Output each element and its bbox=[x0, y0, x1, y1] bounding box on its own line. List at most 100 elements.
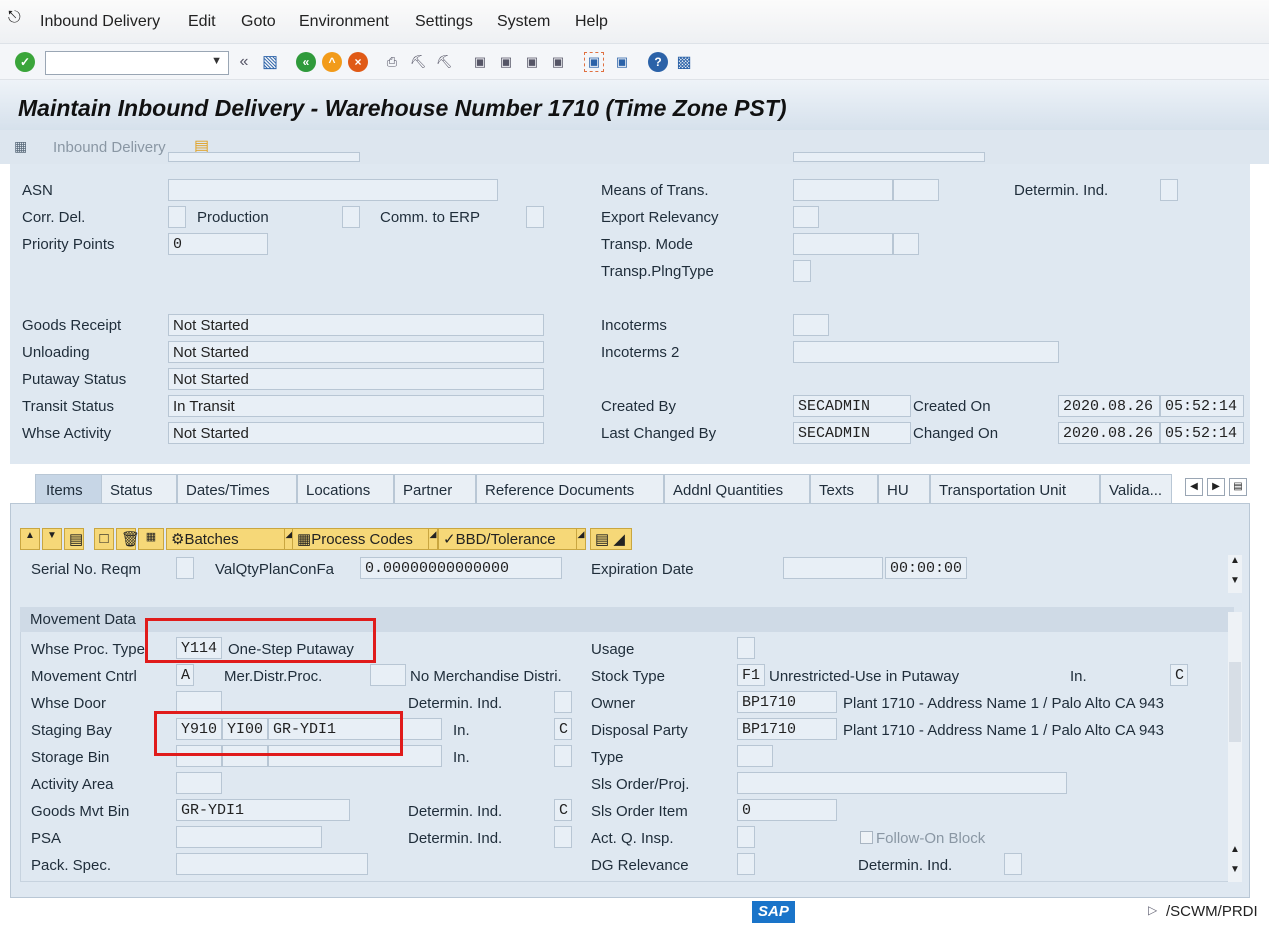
last-page-icon[interactable]: ▣ bbox=[548, 52, 568, 72]
find-next-icon[interactable]: ⛏ bbox=[434, 52, 454, 72]
tab-reference-documents[interactable]: Reference Documents bbox=[476, 474, 664, 504]
menu-help[interactable]: Help bbox=[575, 13, 608, 31]
tab-scroll-left-icon[interactable]: ◀ bbox=[1185, 478, 1203, 496]
new-item-icon[interactable]: □ bbox=[94, 528, 114, 550]
goods-mvt-determin-field[interactable]: C bbox=[554, 799, 572, 821]
act-insp-field[interactable] bbox=[737, 826, 755, 848]
tab-locations[interactable]: Locations bbox=[297, 474, 394, 504]
tab-list-icon[interactable]: ▤ bbox=[1229, 478, 1247, 496]
scroll-up-arrow-icon[interactable]: ▲ bbox=[1230, 555, 1240, 566]
help-icon[interactable]: ? bbox=[648, 52, 668, 72]
tab-status[interactable]: Status bbox=[101, 474, 177, 504]
valqty-field[interactable]: 0.00000000000000 bbox=[360, 557, 562, 579]
tab-texts[interactable]: Texts bbox=[810, 474, 878, 504]
comm-erp-checkbox[interactable] bbox=[526, 206, 544, 228]
previous-page-icon[interactable]: ▣ bbox=[496, 52, 516, 72]
scroll-down-arrow-icon[interactable]: ▼ bbox=[1230, 864, 1240, 875]
incoterms-field[interactable] bbox=[793, 314, 829, 336]
process-codes-dropdown-icon[interactable]: ◢ bbox=[428, 528, 438, 550]
batches-button[interactable]: ⚙Batches bbox=[166, 528, 292, 550]
tab-partner[interactable]: Partner bbox=[394, 474, 476, 504]
tab-addnl-quantities[interactable]: Addnl Quantities bbox=[664, 474, 810, 504]
inbound-delivery-button[interactable]: Inbound Delivery bbox=[53, 139, 166, 156]
double-chevron-left-icon[interactable]: « bbox=[234, 52, 254, 72]
tab-hu[interactable]: HU bbox=[878, 474, 930, 504]
delete-icon[interactable]: 🗑 bbox=[116, 528, 136, 550]
production-checkbox[interactable] bbox=[342, 206, 360, 228]
shortcut-icon[interactable]: ▣ bbox=[612, 52, 632, 72]
status-play-icon[interactable]: ▷ bbox=[1148, 903, 1157, 917]
means-trans-field-2[interactable] bbox=[893, 179, 939, 201]
export-field[interactable] bbox=[793, 206, 819, 228]
type-field[interactable] bbox=[737, 745, 773, 767]
split-icon[interactable]: ▦ bbox=[138, 528, 164, 550]
tab-dates-times[interactable]: Dates/Times bbox=[177, 474, 297, 504]
scroll-up-arrow-icon[interactable]: ▲ bbox=[1230, 844, 1240, 855]
psa-field[interactable] bbox=[176, 826, 322, 848]
back-icon[interactable]: « bbox=[296, 52, 316, 72]
movement-scrollbar[interactable]: ▲ ▼ bbox=[1228, 612, 1242, 882]
transp-mode-field-2[interactable] bbox=[893, 233, 919, 255]
cancel-icon[interactable]: × bbox=[348, 52, 368, 72]
serial-field[interactable] bbox=[176, 557, 194, 579]
psa-determin-field[interactable] bbox=[554, 826, 572, 848]
door-determin-field[interactable] bbox=[554, 691, 572, 713]
follow-on-block-checkbox[interactable] bbox=[860, 831, 873, 844]
pack-spec-field[interactable] bbox=[176, 853, 368, 875]
asn-field[interactable] bbox=[168, 179, 498, 201]
stock-type-code-field[interactable]: F1 bbox=[737, 664, 765, 686]
storage-in-field[interactable] bbox=[554, 745, 572, 767]
dg-relevance-field[interactable] bbox=[737, 853, 755, 875]
mvt-cntrl-field[interactable]: A bbox=[176, 664, 194, 686]
print-icon[interactable]: ⎙ bbox=[382, 52, 402, 72]
menu-goto[interactable]: Goto bbox=[241, 13, 276, 31]
tab-items[interactable]: Items bbox=[35, 474, 107, 504]
mer-field[interactable] bbox=[370, 664, 406, 686]
scroll-down-arrow-icon[interactable]: ▼ bbox=[1230, 575, 1240, 586]
expiration-date-field[interactable] bbox=[783, 557, 883, 579]
tab-transportation-unit[interactable]: Transportation Unit bbox=[930, 474, 1100, 504]
means-trans-field[interactable] bbox=[793, 179, 893, 201]
layout-button[interactable]: ▤ ◢ bbox=[590, 528, 632, 550]
scroll-down-icon[interactable]: ▼ bbox=[42, 528, 62, 550]
sls-order-field[interactable] bbox=[737, 772, 1067, 794]
scrollbar-top[interactable]: ▲ ▼ bbox=[1228, 555, 1242, 593]
chevron-down-icon[interactable]: ▼ bbox=[211, 55, 222, 67]
transp-pln-field[interactable] bbox=[793, 260, 811, 282]
sls-item-field[interactable]: 0 bbox=[737, 799, 837, 821]
tab-validation[interactable]: Valida... bbox=[1100, 474, 1172, 504]
usage-field[interactable] bbox=[737, 637, 755, 659]
disposal-field[interactable]: BP1710 bbox=[737, 718, 837, 740]
incoterms2-field[interactable] bbox=[793, 341, 1059, 363]
scroll-up-icon[interactable]: ▲ bbox=[20, 528, 40, 550]
customize-layout-icon[interactable]: ▩ bbox=[674, 52, 694, 72]
process-codes-button[interactable]: ▦Process Codes bbox=[292, 528, 438, 550]
bbd-tolerance-button[interactable]: ✓BBD/Tolerance bbox=[438, 528, 586, 550]
stock-in-field[interactable]: C bbox=[1170, 664, 1188, 686]
scrollbar-thumb[interactable] bbox=[1229, 662, 1241, 742]
command-field[interactable]: ▼ bbox=[45, 51, 229, 75]
detail-icon[interactable]: ▤ bbox=[64, 528, 84, 550]
enter-check-icon[interactable]: ✓ bbox=[15, 52, 35, 72]
tab-scroll-right-icon[interactable]: ▶ bbox=[1207, 478, 1225, 496]
staging-in-field[interactable]: C bbox=[554, 718, 572, 740]
create-session-icon[interactable]: ▣ bbox=[584, 52, 604, 72]
determin-field[interactable] bbox=[1160, 179, 1178, 201]
priority-field[interactable]: 0 bbox=[168, 233, 268, 255]
menu-edit[interactable]: Edit bbox=[188, 13, 216, 31]
menu-inbound-delivery[interactable]: Inbound Delivery bbox=[40, 13, 160, 31]
menu-environment[interactable]: Environment bbox=[299, 13, 389, 31]
goods-mvt-field[interactable]: GR-YDI1 bbox=[176, 799, 350, 821]
menu-system[interactable]: System bbox=[497, 13, 550, 31]
expiration-time-field[interactable]: 00:00:00 bbox=[885, 557, 967, 579]
menu-icon[interactable]: ⎋ bbox=[8, 9, 21, 27]
bbd-dropdown-icon[interactable]: ◢ bbox=[576, 528, 586, 550]
first-page-icon[interactable]: ▣ bbox=[470, 52, 490, 72]
dg-determin-field[interactable] bbox=[1004, 853, 1022, 875]
door-field[interactable] bbox=[176, 691, 222, 713]
menu-settings[interactable]: Settings bbox=[415, 13, 473, 31]
transp-mode-field[interactable] bbox=[793, 233, 893, 255]
save-icon[interactable]: ▧ bbox=[260, 52, 280, 72]
corr-del-checkbox[interactable] bbox=[168, 206, 186, 228]
find-icon[interactable]: ⛏ bbox=[408, 52, 428, 72]
